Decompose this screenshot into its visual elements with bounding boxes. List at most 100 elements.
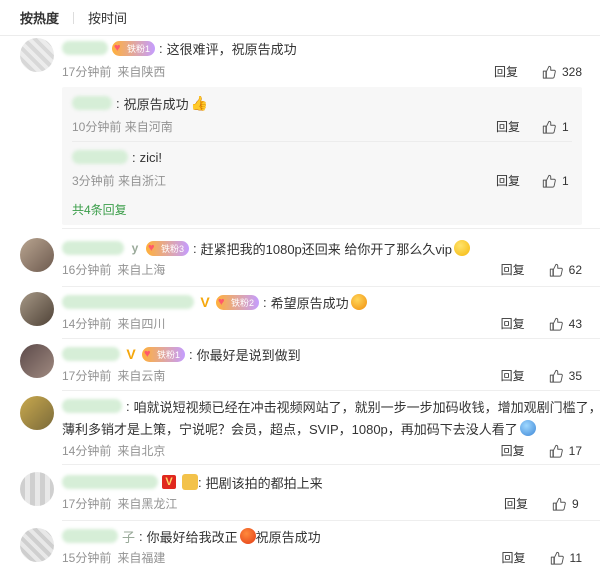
avatar[interactable] — [20, 472, 54, 506]
like-button[interactable]: 43 — [549, 317, 582, 331]
reply-location: 来自河南 — [124, 120, 173, 134]
like-button[interactable]: 11 — [550, 551, 582, 565]
comment-location: 来自云南 — [117, 369, 166, 383]
smile-emoji-icon — [454, 240, 471, 256]
comment-text: 把剧该拍的都拍上来 — [205, 475, 323, 491]
like-count: 1 — [562, 119, 569, 134]
username-blurred[interactable] — [62, 41, 108, 55]
reply-button[interactable]: 回复 — [501, 442, 525, 459]
comment-meta: 17分钟前 来自黑龙江 — [62, 495, 177, 512]
reply-time: 3分钟前 — [72, 174, 115, 188]
reply-button[interactable]: 回复 — [496, 172, 520, 189]
reply-button[interactable]: 回复 — [502, 549, 526, 566]
fan-badge: ♥ 铁粉3 — [146, 240, 190, 256]
avatar[interactable] — [20, 396, 54, 430]
reply-text: zici! — [139, 149, 163, 165]
avatar[interactable] — [20, 292, 54, 326]
reply-location: 来自浙江 — [118, 174, 167, 188]
comment-location: 来自北京 — [117, 444, 166, 458]
thumbs-up-icon — [549, 263, 563, 277]
username-blurred[interactable] — [62, 347, 120, 361]
reply-button[interactable]: 回复 — [501, 315, 525, 332]
username-blurred[interactable] — [62, 529, 118, 543]
comment-item: ♥ 铁粉1 : 这很难评，祝原告成功 17分钟前 来自陕西 回复 328 : 祝原告… — [0, 38, 600, 228]
comment-item: V ♥ 铁粉1 : 你最好是说到做到 17分钟前 来自云南 回复 35 — [0, 344, 600, 388]
view-more-replies-link[interactable]: 共4条回复 — [72, 201, 127, 218]
reply-button[interactable]: 回复 — [496, 118, 520, 135]
like-count: 62 — [568, 262, 582, 277]
like-button[interactable]: 9 — [552, 497, 582, 511]
comment-time: 15分钟前 — [62, 551, 112, 565]
comment-meta: 14分钟前 来自四川 — [62, 315, 165, 332]
divider — [62, 390, 600, 391]
comment-text: 赶紧把我的1080p还回来 给你开了那么久vip — [200, 241, 453, 257]
divider — [62, 520, 600, 521]
verified-v-icon: V — [162, 475, 176, 489]
avatar[interactable] — [20, 38, 54, 72]
avatar[interactable] — [20, 344, 54, 378]
comment-text-before: 你最好给我改正 — [146, 529, 238, 545]
username-blurred[interactable] — [62, 399, 122, 413]
comment-text: 希望原告成功 — [270, 295, 349, 311]
avatar[interactable] — [20, 238, 54, 272]
reply-button[interactable]: 回复 — [501, 367, 525, 384]
verified-v-icon: V — [126, 346, 136, 362]
comment-item: V : 把剧该拍的都拍上来 17分钟前 来自黑龙江 回复 9 — [0, 472, 600, 516]
avatar[interactable] — [20, 528, 54, 562]
comment-item: y ♥ 铁粉3 : 赶紧把我的1080p还回来 给你开了那么久vip 16分钟前来… — [0, 238, 600, 282]
like-button[interactable]: 1 — [542, 120, 572, 134]
divider — [62, 286, 600, 287]
like-count: 1 — [562, 173, 569, 188]
thumbs-up-icon — [542, 65, 556, 79]
reply-button[interactable]: 回复 — [494, 63, 518, 80]
comment-text-after: 祝原告成功 — [255, 529, 321, 545]
divider — [72, 141, 572, 142]
like-count: 17 — [568, 443, 582, 458]
username-blurred[interactable] — [72, 150, 128, 164]
username-suffix: 子 — [122, 529, 136, 545]
heart-icon: ♥ — [144, 347, 151, 360]
like-button[interactable]: 328 — [542, 65, 582, 79]
like-button[interactable]: 62 — [549, 263, 582, 277]
comment-text-line2: 薄利多销才是上策，宁说呢？会员，超点，SVIP，1080p，再加码下去没人看了 — [62, 421, 518, 437]
comment-meta: 16分钟前 来自上海 — [62, 261, 165, 278]
heart-icon: ♥ — [218, 295, 225, 308]
reply-button[interactable]: 回复 — [501, 261, 525, 278]
divider — [62, 464, 600, 465]
comment-location: 来自陕西 — [117, 65, 166, 79]
comment-time: 14分钟前 — [62, 317, 112, 331]
comment-location: 来自上海 — [117, 263, 166, 277]
sort-by-hot-tab[interactable]: 按热度 — [20, 8, 59, 27]
heart-icon: ♥ — [148, 241, 155, 254]
username-blurred[interactable] — [62, 475, 158, 489]
heart-icon: ♥ — [114, 41, 121, 54]
verified-v-icon: y — [131, 241, 139, 255]
username-blurred[interactable] — [72, 96, 112, 110]
like-count: 9 — [572, 496, 579, 511]
angry-emoji-icon — [239, 528, 256, 544]
dog-emoji-icon — [519, 420, 536, 436]
fan-badge: ♥ 铁粉1 — [142, 346, 186, 362]
comment-time: 17分钟前 — [62, 497, 112, 511]
reply-button[interactable]: 回复 — [504, 495, 528, 512]
thumbs-up-icon — [549, 444, 563, 458]
thumbs-up-icon — [552, 497, 566, 511]
thumbs-up-icon — [542, 120, 556, 134]
reply-thread: : 祝原告成功 👍 10分钟前 来自河南 回复 1 : zici! 3分钟前 来… — [62, 87, 582, 225]
username-blurred[interactable] — [62, 295, 194, 309]
sort-by-time-tab[interactable]: 按时间 — [88, 8, 127, 27]
fan-emblem-icon — [182, 474, 198, 490]
comment-item: V ♥ 铁粉2 : 希望原告成功 14分钟前 来自四川 回复 43 — [0, 292, 600, 336]
sort-bar: 按热度 按时间 — [0, 0, 600, 36]
comment-time: 16分钟前 — [62, 263, 112, 277]
like-button[interactable]: 17 — [549, 444, 582, 458]
fan-badge: ♥ 铁粉2 — [216, 294, 260, 310]
heart-eyes-emoji-icon — [350, 294, 367, 310]
thumbs-up-icon — [550, 551, 564, 565]
like-button[interactable]: 1 — [542, 174, 572, 188]
username-blurred[interactable] — [62, 241, 124, 255]
comment-meta: 14分钟前 来自北京 — [62, 442, 165, 459]
comment-item: 子 : 你最好给我改正 祝原告成功 15分钟前 来自福建 回复 11 — [0, 526, 600, 572]
thumbs-up-emoji-icon: 👍 — [190, 94, 209, 111]
like-button[interactable]: 35 — [549, 369, 582, 383]
